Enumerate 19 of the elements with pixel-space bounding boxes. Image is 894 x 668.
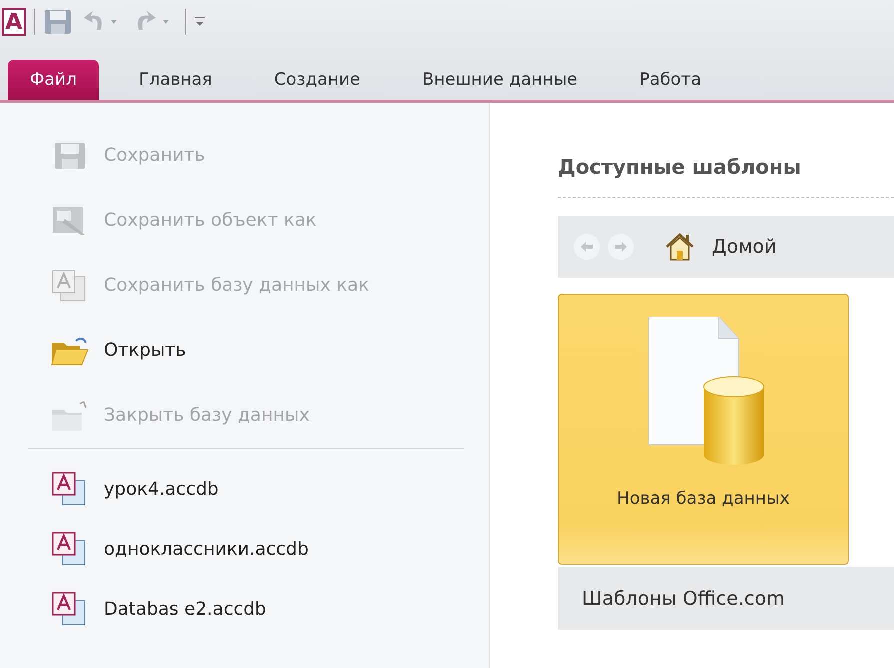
forward-icon[interactable] [608,234,634,260]
app-logo[interactable]: A [2,8,26,36]
ribbon-tab[interactable]: Главная [116,60,234,100]
customize-dropdown-icon[interactable] [194,15,206,29]
section-header: Шаблоны Office.com [558,567,894,630]
back-icon[interactable] [574,234,600,260]
save-icon[interactable] [43,8,73,36]
recent-file[interactable]: урок4.accdb [0,459,489,519]
breadcrumb[interactable]: Домой [712,236,777,258]
recent-file[interactable]: одноклассники.accdb [0,519,489,579]
ribbon-tab[interactable]: Работа [618,60,724,100]
menu-command[interactable]: Открыть [0,318,489,383]
recent-file[interactable]: Databas e2.accdb [0,579,489,639]
ribbon-tab[interactable]: Файл [8,60,99,100]
section-title: Доступные шаблоны [558,155,802,179]
template-tile[interactable]: Новая база данных [558,294,849,565]
ribbon-tab[interactable]: Создание [252,60,383,100]
ribbon-tab[interactable]: Внешние данные [400,60,600,100]
home-icon[interactable] [664,232,696,262]
